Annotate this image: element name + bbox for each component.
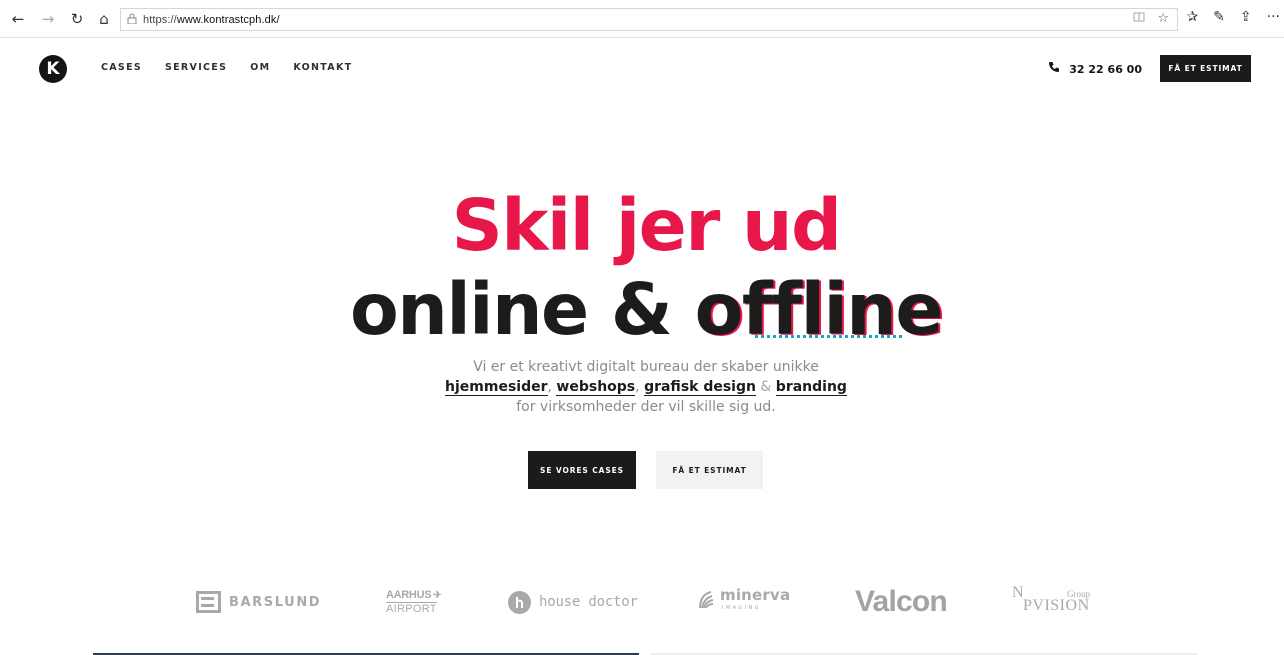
plane-icon: ✈ [433,590,442,601]
minerva-logo-icon [697,590,715,615]
phone-number[interactable]: 32 22 66 00 [1069,63,1142,76]
client-house-doctor: house doctor [508,582,638,622]
phone-icon [1048,61,1060,77]
client-barslund: BARSLUND [196,582,321,622]
favorites-icon[interactable]: ✰ [1186,9,1198,25]
nav-om[interactable]: OM [250,62,270,73]
link-webshops[interactable]: webshops [556,379,636,396]
get-estimate-button[interactable]: FÅ ET ESTIMAT [656,451,763,489]
phone-link[interactable]: 32 22 66 00 [1048,61,1142,77]
client-aarhus-airport: AARHUS ✈ AIRPORT [386,589,442,615]
more-icon[interactable]: ··· [1267,9,1280,25]
favorite-star-icon[interactable]: ☆ [1157,11,1169,27]
site-logo[interactable]: K [39,55,67,83]
client-valcon: Valcon [855,585,948,618]
hero-headline-line2: online & offline [0,266,1284,354]
browser-toolbar: ← → ↻ ⌂ https://www.kontrastcph.dk/ ☆ ✰ … [0,0,1284,38]
refresh-icon[interactable]: ↻ [67,9,87,29]
barslund-logo-icon [196,591,221,613]
link-branding[interactable]: branding [775,379,847,396]
reading-view-icon[interactable] [1133,11,1145,27]
lock-icon [121,13,143,27]
hero-subtitle: Vi er et kreativt digitalt bureau der sk… [445,359,847,415]
link-grafisk-design[interactable]: grafisk design [644,379,756,396]
header-estimate-button[interactable]: FÅ ET ESTIMAT [1160,55,1251,82]
main-nav: CASES SERVICES OM KONTAKT [101,62,352,73]
client-minerva-imaging: minerva IMAGING [697,582,790,622]
link-hjemmesider[interactable]: hjemmesider [445,379,548,396]
url-text: https://www.kontrastcph.dk/ [143,13,280,26]
hero-headline-line1: Skil jer ud [451,184,842,267]
home-icon[interactable]: ⌂ [94,9,114,29]
share-icon[interactable]: ⇪ [1240,9,1252,25]
address-bar[interactable]: https://www.kontrastcph.dk/ ☆ [120,8,1178,31]
client-logos: BARSLUND AARHUS ✈ AIRPORT house doctor mi… [0,582,1284,622]
house-doctor-logo-icon [508,590,531,614]
nav-kontakt[interactable]: KONTAKT [293,62,352,73]
hero-highlight-word: offline [695,266,944,354]
forward-icon[interactable]: → [38,9,58,29]
nav-services[interactable]: SERVICES [165,62,227,73]
see-cases-button[interactable]: SE VORES CASES [528,451,636,489]
nav-cases[interactable]: CASES [101,62,142,73]
back-icon[interactable]: ← [8,9,28,29]
pen-icon[interactable]: ✎ [1213,9,1225,25]
